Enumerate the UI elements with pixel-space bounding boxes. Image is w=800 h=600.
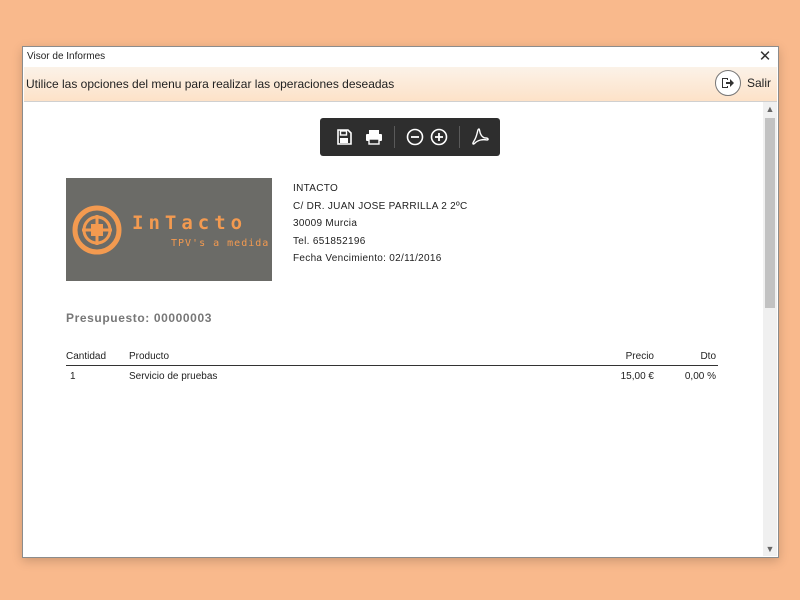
client-address: C/ DR. JUAN JOSE PARRILLA 2 2ºC [293,200,468,212]
info-bar: Utilice las opciones del menu para reali… [24,67,777,102]
zoom-out-button[interactable] [403,125,427,149]
exit-label: Salir [746,76,771,90]
report-viewer-window: Visor de Informes ✕ Utilice las opciones… [22,46,779,558]
header-quantity: Cantidad [66,351,107,362]
zoom-in-icon [430,128,448,146]
client-info: INTACTO C/ DR. JUAN JOSE PARRILLA 2 2ºC … [293,180,467,268]
header-price: Precio [625,351,654,362]
cell-price: 15,00 € [620,371,654,382]
client-phone: Tel. 651852196 [293,235,366,247]
print-icon [366,130,382,145]
cell-quantity: 1 [70,371,76,382]
table-row: 1 Servicio de pruebas 15,00 € 0,00 % [66,369,718,385]
close-icon: ✕ [758,48,772,65]
cell-product: Servicio de pruebas [129,371,218,382]
client-name: INTACTO [293,183,339,194]
scroll-down-button[interactable]: ▼ [763,542,777,556]
cell-discount: 0,00 % [684,371,716,382]
report-toolbar [320,118,500,156]
client-city: 30009 Murcia [293,218,358,229]
header-discount: Dto [700,351,716,362]
chevron-up-icon: ▲ [765,104,775,114]
table-header: Cantidad Producto Precio Dto [66,349,718,366]
exit-icon [714,70,741,96]
exit-button[interactable]: Salir [714,69,771,97]
pdf-button[interactable] [468,125,492,149]
info-message: Utilice las opciones del menu para reali… [26,77,395,91]
report-area: InTacto TPV's a medida INTACTO C/ DR. JU… [24,102,760,556]
scroll-up-button[interactable]: ▲ [763,102,777,116]
toolbar-separator [394,126,395,148]
vertical-scrollbar[interactable]: ▲ ▼ [763,102,777,556]
toolbar-separator [459,126,460,148]
company-logo: InTacto TPV's a medida [66,178,272,281]
save-icon [337,129,352,145]
logo-emblem-icon [72,205,122,255]
chevron-down-icon: ▼ [765,544,775,554]
print-button[interactable] [362,125,386,149]
zoom-in-button[interactable] [427,125,451,149]
title-bar: Visor de Informes ✕ [23,47,778,67]
close-button[interactable]: ✕ [756,48,774,65]
pdf-icon [472,128,489,145]
logo-brand-text: InTacto [132,212,248,234]
scroll-thumb[interactable] [765,118,775,308]
logo-tagline: TPV's a medida [171,238,270,249]
budget-number: Presupuesto: 00000003 [66,311,213,325]
header-product: Producto [129,351,170,362]
items-table: Cantidad Producto Precio Dto 1 Servicio … [66,349,718,385]
save-button[interactable] [332,125,356,149]
zoom-out-icon [406,128,424,146]
client-due-date: Fecha Vencimiento: 02/11/2016 [293,253,442,264]
window-title: Visor de Informes [27,51,106,62]
